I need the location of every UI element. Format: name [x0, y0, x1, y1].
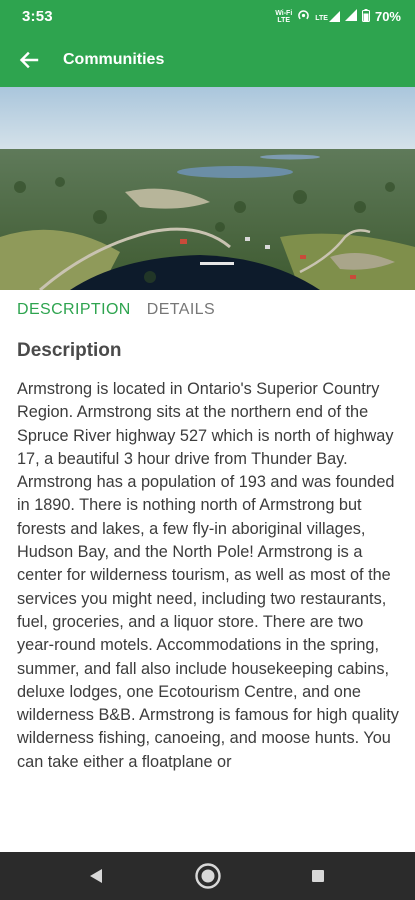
system-nav-bar: [0, 852, 415, 900]
section-title: Description: [17, 340, 122, 361]
nav-home-button[interactable]: [178, 852, 238, 900]
status-time: 3:53: [22, 8, 53, 25]
status-bar: 3:53 Wi-Fi LTE LTE 70%: [0, 0, 415, 33]
lte-label: LTE: [315, 15, 328, 22]
page-title: Communities: [63, 51, 165, 68]
app-bar: Communities: [0, 33, 415, 87]
wifi-calling-label-bottom: LTE: [277, 16, 291, 24]
tab-description[interactable]: DESCRIPTION: [17, 301, 131, 319]
content-tabs: DESCRIPTION DETAILS: [0, 290, 415, 330]
hotspot-icon: [297, 9, 310, 25]
signal-icon: [344, 9, 357, 24]
lte-signal-icon: LTE: [315, 11, 340, 22]
status-icons: Wi-Fi LTE LTE 70%: [275, 8, 401, 25]
description-text: Armstrong is located in Ontario's Superi…: [17, 380, 399, 771]
nav-back-button[interactable]: [66, 852, 126, 900]
nav-recents-button[interactable]: [288, 852, 348, 900]
wifi-calling-label-top: Wi-Fi: [275, 9, 293, 17]
recents-square-icon: [312, 870, 324, 882]
home-circle-icon: [195, 863, 221, 889]
community-hero-image: [0, 87, 415, 290]
battery-icon: [361, 8, 370, 25]
battery-percent: 70%: [374, 9, 401, 24]
tab-details[interactable]: DETAILS: [147, 301, 215, 319]
wifi-calling-icon: Wi-Fi LTE: [275, 10, 292, 24]
arrow-back-icon: [19, 51, 39, 69]
back-triangle-icon: [90, 869, 102, 883]
back-button[interactable]: [0, 33, 58, 87]
